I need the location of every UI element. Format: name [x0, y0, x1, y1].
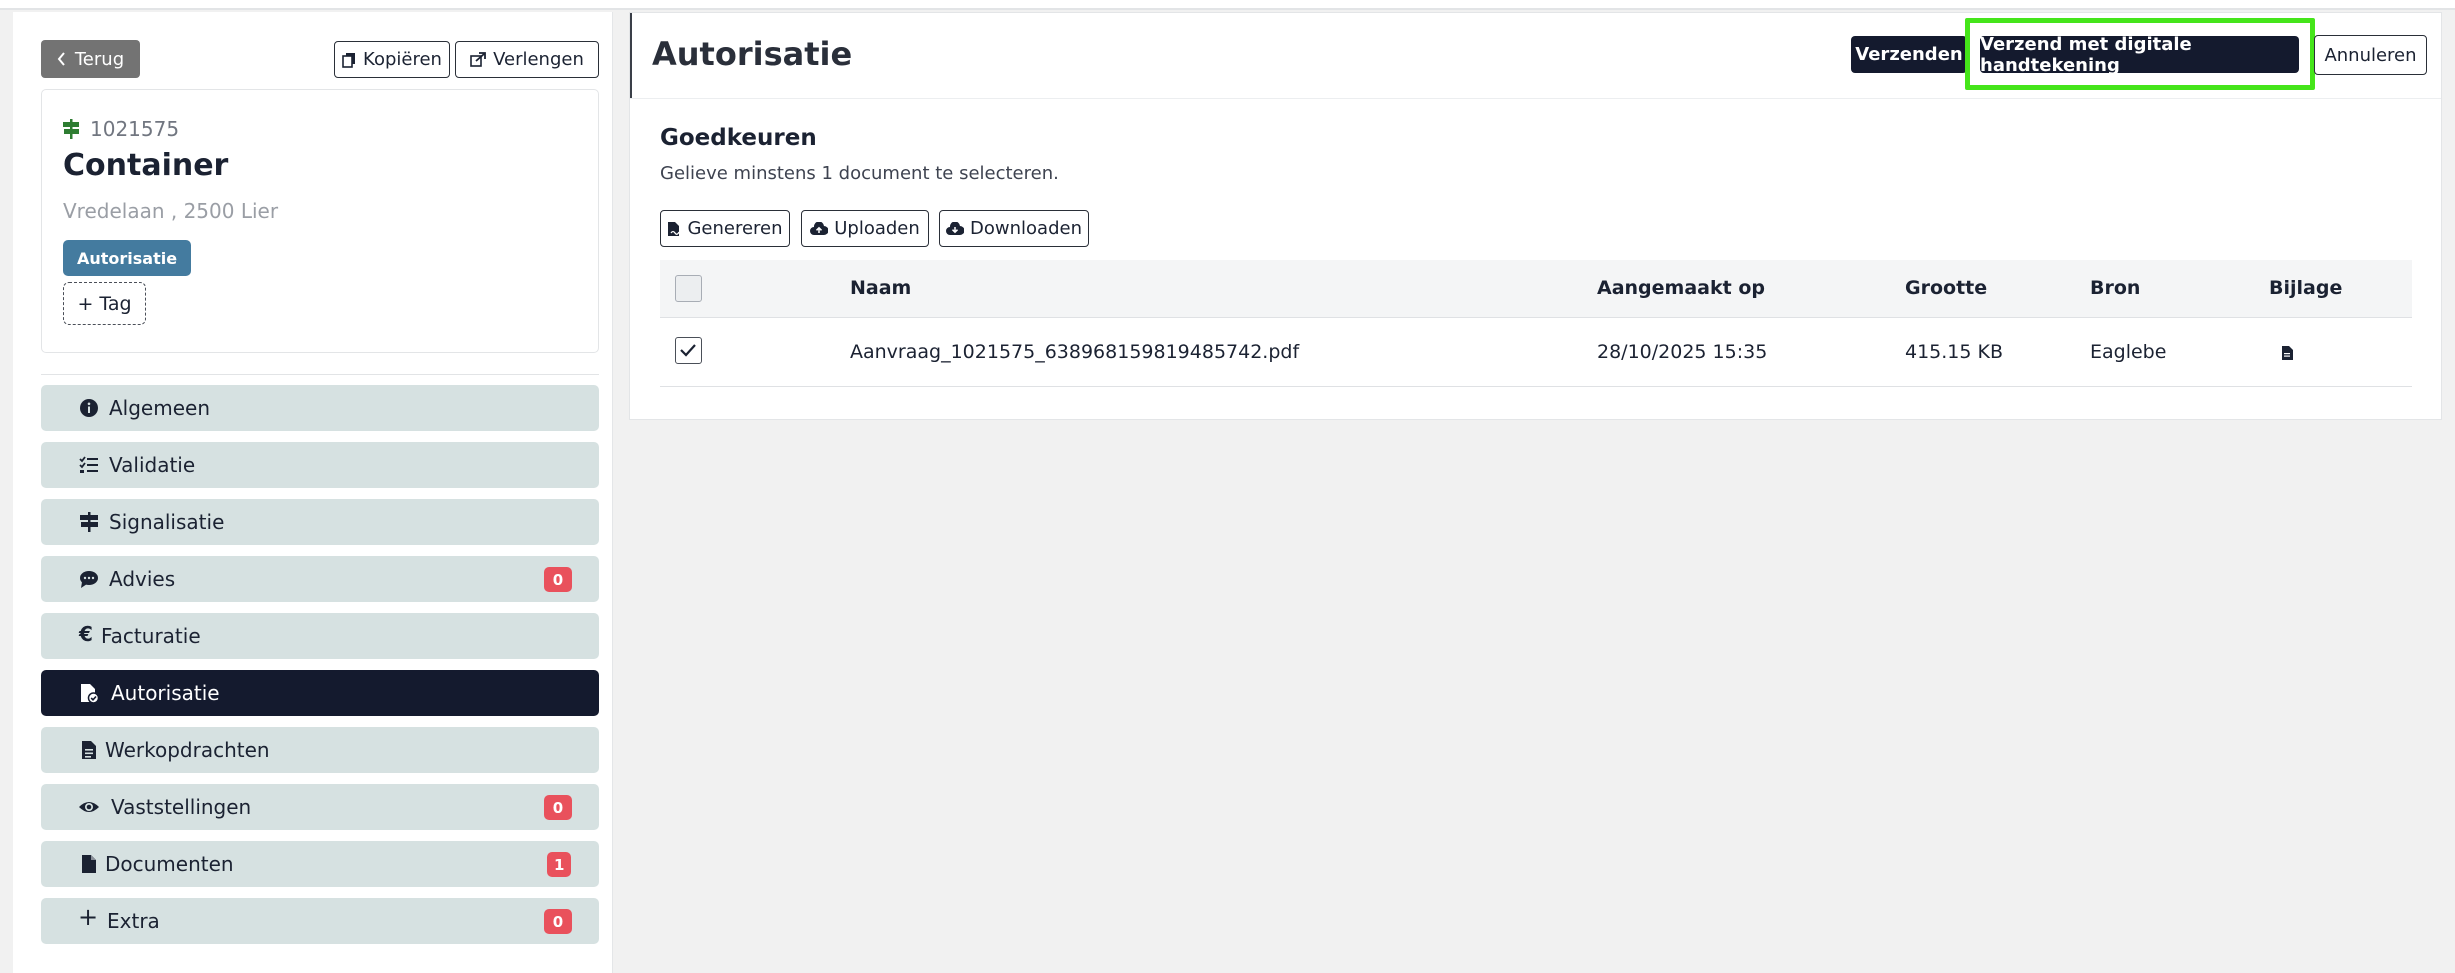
checklist-icon — [79, 456, 98, 473]
copy-button-label: Kopiëren — [363, 49, 442, 70]
status-tag[interactable]: Autorisatie — [63, 240, 191, 276]
sidebar-item-label: Werkopdrachten — [105, 738, 270, 762]
sidebar-item-documenten[interactable]: Documenten 1 — [41, 841, 599, 887]
add-tag-button[interactable]: + Tag — [63, 282, 146, 325]
header-divider — [630, 98, 2441, 99]
column-header-name[interactable]: Naam — [850, 277, 911, 299]
sidebar-item-label: Signalisatie — [109, 510, 225, 534]
file-signature-icon — [668, 221, 681, 236]
dossier-address: Vredelaan , 2500 Lier — [63, 199, 279, 223]
signpost-icon — [63, 119, 79, 139]
signpost-icon — [80, 512, 98, 532]
attachment-file-icon[interactable] — [2282, 345, 2293, 364]
authorization-panel: Autorisatie Verzenden Verzend met digita… — [629, 12, 2442, 420]
file-text-icon — [82, 741, 96, 759]
header-accent — [630, 13, 632, 98]
chevron-left-icon — [57, 52, 65, 66]
column-header-size[interactable]: Grootte — [1905, 277, 1987, 299]
top-bar — [0, 0, 2455, 10]
count-badge: 0 — [544, 909, 572, 934]
generate-button[interactable]: Genereren — [660, 210, 790, 247]
cloud-download-icon — [946, 221, 965, 235]
copy-button[interactable]: Kopiëren — [334, 41, 450, 78]
sidebar-item-validatie[interactable]: Validatie — [41, 442, 599, 488]
download-button[interactable]: Downloaden — [939, 210, 1089, 247]
column-header-source[interactable]: Bron — [2090, 277, 2140, 299]
extend-button-label: Verlengen — [493, 49, 584, 70]
section-title: Goedkeuren — [660, 125, 817, 151]
dossier-number-row: 1021575 — [63, 117, 179, 141]
column-header-created[interactable]: Aangemaakt op — [1597, 277, 1765, 299]
cancel-button[interactable]: Annuleren — [2314, 35, 2427, 75]
file-name: Aanvraag_1021575_638968159819485742.pdf — [850, 341, 1300, 363]
table-header: Naam Aangemaakt op Grootte Bron Bijlage — [660, 260, 2412, 318]
download-button-label: Downloaden — [970, 218, 1082, 239]
info-circle-icon — [80, 399, 98, 417]
share-square-icon — [470, 52, 486, 67]
created-date: 28/10/2025 15:35 — [1597, 341, 1768, 363]
sidebar-item-extra[interactable]: + Extra 0 — [41, 898, 599, 944]
sidebar-item-label: Advies — [109, 567, 176, 591]
file-check-icon — [81, 684, 99, 703]
sidebar-item-label: Algemeen — [109, 396, 211, 420]
check-icon — [680, 344, 696, 357]
sidebar-item-facturatie[interactable]: € Facturatie — [41, 613, 599, 659]
sidebar-item-signalisatie[interactable]: Signalisatie — [41, 499, 599, 545]
sidebar-divider — [41, 374, 599, 375]
sidebar-item-label: Autorisatie — [111, 681, 220, 705]
back-button-label: Terug — [74, 48, 125, 70]
sidebar-item-algemeen[interactable]: Algemeen — [41, 385, 599, 431]
select-all-checkbox[interactable] — [675, 275, 702, 302]
dossier-card: 1021575 Container Vredelaan , 2500 Lier … — [41, 89, 599, 353]
count-badge: 0 — [544, 567, 572, 592]
sidebar-item-label: Facturatie — [101, 624, 201, 648]
sidebar-item-label: Extra — [107, 909, 160, 933]
plus-icon: + — [78, 903, 99, 931]
send-with-digital-signature-button[interactable]: Verzend met digitale handtekening — [1980, 34, 2299, 76]
sidebar-item-label: Vaststellingen — [111, 795, 252, 819]
generate-button-label: Genereren — [687, 218, 783, 239]
copy-icon — [342, 52, 356, 68]
dossier-title: Container — [63, 148, 229, 183]
sidebar-item-autorisatie[interactable]: Autorisatie — [41, 670, 599, 716]
sidebar-item-advies[interactable]: Advies 0 — [41, 556, 599, 602]
file-source: Eaglebe — [2090, 341, 2167, 363]
upload-button-label: Uploaden — [834, 218, 920, 239]
euro-icon: € — [79, 622, 93, 646]
extend-button[interactable]: Verlengen — [455, 41, 599, 78]
sidebar-item-werkopdrachten[interactable]: Werkopdrachten — [41, 727, 599, 773]
cloud-upload-icon — [810, 221, 829, 235]
count-badge: 1 — [547, 852, 572, 877]
sidebar: Terug Kopiëren Verlengen 1021575 Contain… — [13, 12, 613, 973]
count-badge: 0 — [544, 795, 572, 820]
comment-icon — [80, 571, 98, 588]
back-button[interactable]: Terug — [41, 40, 140, 78]
send-button[interactable]: Verzenden — [1851, 36, 1967, 73]
file-icon — [82, 855, 96, 873]
table-row: Aanvraag_1021575_638968159819485742.pdf … — [660, 318, 2412, 387]
column-header-attachment[interactable]: Bijlage — [2269, 277, 2342, 299]
sidebar-item-label: Validatie — [109, 453, 196, 477]
upload-button[interactable]: Uploaden — [801, 210, 929, 247]
sidebar-item-vaststellingen[interactable]: Vaststellingen 0 — [41, 784, 599, 830]
page-title: Autorisatie — [652, 35, 853, 73]
dossier-number: 1021575 — [90, 117, 180, 141]
sidebar-item-label: Documenten — [105, 852, 234, 876]
eye-icon — [79, 802, 99, 812]
selection-hint: Gelieve minstens 1 document te selectere… — [660, 163, 1059, 184]
file-size: 415.15 KB — [1905, 341, 2004, 363]
row-checkbox[interactable] — [675, 337, 702, 364]
